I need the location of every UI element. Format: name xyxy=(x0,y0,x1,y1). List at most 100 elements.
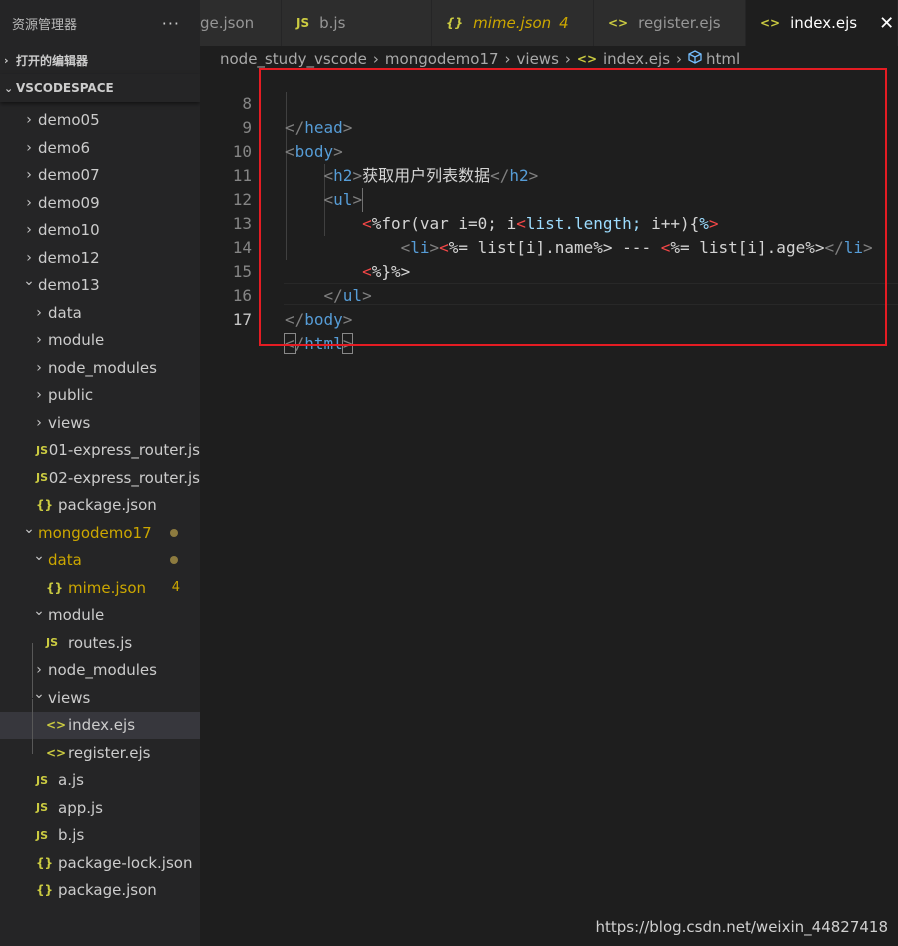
breadcrumb-item[interactable]: html xyxy=(706,50,740,68)
tree-folder[interactable]: › demo10 xyxy=(0,217,200,245)
indent-guide xyxy=(32,698,33,754)
code-line: 10 <h2>获取用户列表数据</h2> xyxy=(200,116,898,185)
open-editors-section[interactable]: › 打开的编辑器 xyxy=(0,46,200,74)
chevron-down-icon: ⌄ xyxy=(33,548,45,565)
tree-item-label: 01-express_router.js xyxy=(48,441,200,460)
tree-folder[interactable]: › module xyxy=(0,327,200,355)
close-icon[interactable]: ✕ xyxy=(879,13,894,34)
tab-label: register.ejs xyxy=(638,14,721,32)
tree-file[interactable]: <> index.ejs xyxy=(0,711,200,739)
breadcrumb-item[interactable]: node_study_vscode xyxy=(220,50,367,68)
chevron-right-icon: › xyxy=(36,359,42,376)
more-actions-icon[interactable]: ··· xyxy=(162,14,180,33)
tab-label: ge.json xyxy=(200,14,255,32)
explorer-title-bar: 资源管理器 ··· xyxy=(0,0,200,46)
chevron-right-icon: › xyxy=(26,249,32,266)
code-line: 13 <li><%= list[i].name%> --- <%= list[i… xyxy=(200,188,898,257)
chevron-right-icon: › xyxy=(26,139,32,156)
indent-guide xyxy=(32,643,33,698)
tree-item-label: demo10 xyxy=(38,221,100,240)
js-file-icon: JS xyxy=(36,801,49,815)
tree-item-label: mongodemo17 xyxy=(38,523,152,542)
tree-item-label: node_modules xyxy=(48,661,157,680)
explorer-sidebar: 资源管理器 ··· › 打开的编辑器 ⌄ VSCODESPACE ›demo04… xyxy=(0,0,200,946)
tree-item-label: app.js xyxy=(58,798,103,817)
tree-item-label: demo6 xyxy=(38,138,91,157)
code-line: 14 <%}%> xyxy=(200,212,898,281)
tree-file[interactable]: JS 01-express_router.js xyxy=(0,437,200,465)
tree-item-label: mime.json xyxy=(68,578,147,597)
json-file-icon: {} xyxy=(36,883,54,898)
breadcrumb-item[interactable]: views xyxy=(517,50,559,68)
breadcrumb-item[interactable]: index.ejs xyxy=(603,50,670,68)
js-file-icon: JS xyxy=(296,16,310,30)
js-file-icon: JS xyxy=(36,471,49,485)
tree-file[interactable]: {} package-lock.json xyxy=(0,849,200,877)
tree-file[interactable]: JS b.js xyxy=(0,822,200,850)
tree-file[interactable]: JS a.js xyxy=(0,767,200,795)
tree-file[interactable]: {} mime.json 4 xyxy=(0,574,200,602)
tree-folder[interactable]: ⌄ module xyxy=(0,602,200,630)
modified-dot-icon xyxy=(170,528,178,537)
tree-item-label: 02-express_router.js xyxy=(48,468,200,487)
tree-file[interactable]: {} package.json xyxy=(0,492,200,520)
chevron-right-icon: › xyxy=(36,387,42,404)
tree-item-label: register.ejs xyxy=(68,743,151,762)
tree-item-label: demo05 xyxy=(38,111,100,130)
tree-item-label: data xyxy=(48,303,82,322)
chevron-right-icon: › xyxy=(26,222,32,239)
breadcrumb-item[interactable]: mongodemo17 xyxy=(385,50,499,68)
tree-folder[interactable]: › public xyxy=(0,382,200,410)
js-file-icon: JS xyxy=(36,773,49,787)
chevron-right-icon: › xyxy=(36,304,42,321)
chevron-down-icon: ⌄ xyxy=(33,603,45,620)
tree-item-label: module xyxy=(48,606,105,625)
code-line: 9 <body> xyxy=(200,92,898,161)
problem-count-badge: 4 xyxy=(171,580,180,596)
tab-package-json[interactable]: ge.json xyxy=(200,0,282,46)
tree-folder[interactable]: › demo07 xyxy=(0,162,200,190)
tree-file[interactable]: JS app.js xyxy=(0,794,200,822)
tree-folder[interactable]: ⌄ mongodemo17 xyxy=(0,519,200,547)
tree-item-label: module xyxy=(48,331,105,350)
code-editor[interactable]: 8 </head> 9 <body> 10 <h2>获取用户列表数据</h2> … xyxy=(200,68,898,946)
chevron-right-icon: › xyxy=(26,194,32,211)
code-line: 8 </head> xyxy=(200,68,898,137)
tree-folder[interactable]: › demo05 xyxy=(0,107,200,135)
tree-folder[interactable]: ⌄ demo13 xyxy=(0,272,200,300)
tab-register-ejs[interactable]: <> register.ejs xyxy=(594,0,746,46)
file-tree: ›demo04›demo05›demo6›demo07›demo09›demo1… xyxy=(0,79,200,904)
tree-folder[interactable]: › data xyxy=(0,299,200,327)
code-line: 12 <%for(var i=0; i<list.length; i++){%> xyxy=(200,164,898,233)
modified-dot-icon xyxy=(170,556,178,565)
tree-file[interactable]: JS routes.js xyxy=(0,629,200,657)
tree-folder[interactable]: › views xyxy=(0,409,200,437)
tab-index-ejs[interactable]: <> index.ejs ✕ xyxy=(746,0,898,46)
tree-file[interactable]: JS 02-express_router.js xyxy=(0,464,200,492)
tab-label: mime.json xyxy=(473,14,552,32)
chevron-right-icon: › xyxy=(26,112,32,129)
tree-item-label: views xyxy=(48,688,91,707)
tree-file[interactable]: <> register.ejs xyxy=(0,739,200,767)
code-file-icon: <> xyxy=(760,16,781,30)
workspace-section[interactable]: ⌄ VSCODESPACE xyxy=(0,74,200,102)
chevron-down-icon: ⌄ xyxy=(23,520,35,537)
tree-file[interactable]: {} package.json xyxy=(0,877,200,905)
explorer-title: 资源管理器 xyxy=(12,17,78,33)
watermark: https://blog.csdn.net/weixin_44827418 xyxy=(595,918,888,936)
tab-b-js[interactable]: JS b.js xyxy=(282,0,432,46)
tab-mime-json[interactable]: {} mime.json 4 xyxy=(432,0,594,46)
tree-folder[interactable]: ⌄ data xyxy=(0,547,200,575)
code-file-icon: <> xyxy=(46,718,67,733)
tree-folder[interactable]: › demo6 xyxy=(0,134,200,162)
tree-item-label: package-lock.json xyxy=(58,853,193,872)
tree-item-label: views xyxy=(48,413,91,432)
tree-folder[interactable]: › demo09 xyxy=(0,189,200,217)
tree-item-label: public xyxy=(48,386,94,405)
tree-folder[interactable]: › demo12 xyxy=(0,244,200,272)
code-line: 17 </html> xyxy=(200,284,898,354)
tree-folder[interactable]: ⌄ views xyxy=(0,684,200,712)
js-file-icon: JS xyxy=(36,828,49,842)
tree-folder[interactable]: › node_modules xyxy=(0,354,200,382)
tree-folder[interactable]: › node_modules xyxy=(0,657,200,685)
